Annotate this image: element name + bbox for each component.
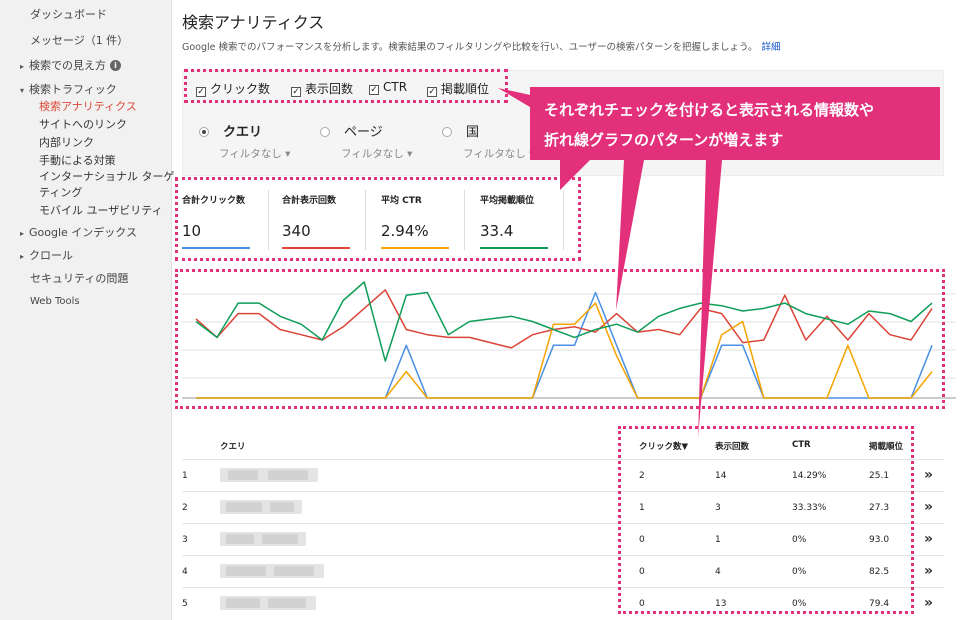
sidebar-item-manual-actions[interactable]: 手動による対策 [39, 152, 116, 168]
annotation-highlight-chart [175, 269, 945, 409]
sidebar-item-internal-links[interactable]: 内部リンク [39, 134, 94, 150]
dimension-label: ページ [344, 125, 383, 140]
sidebar-item-label: Google インデックス [29, 226, 137, 239]
blurred-query [220, 564, 324, 578]
row-number: 4 [182, 567, 188, 577]
row-expand-icon[interactable]: » [924, 563, 933, 579]
row-number: 5 [182, 599, 188, 609]
sidebar-item-label: クロール [29, 249, 74, 262]
radio-icon[interactable] [442, 127, 452, 137]
row-expand-icon[interactable]: » [924, 595, 933, 611]
radio-icon[interactable] [320, 127, 330, 137]
dimension-radio-query[interactable]: クエリ [199, 121, 262, 140]
radio-selected-icon[interactable] [199, 127, 209, 137]
sidebar-item-links-to-site[interactable]: サイトへのリンク [39, 116, 127, 132]
row-number: 1 [182, 471, 188, 481]
chevron-down-icon: ▾ [20, 86, 25, 95]
chevron-right-icon: ▸ [20, 62, 25, 71]
annotation-highlight-table-metrics [618, 426, 914, 614]
sidebar-item-messages[interactable]: メッセージ（1 件） [30, 32, 128, 48]
sidebar-item-label: 検索での見え方 [29, 59, 107, 72]
blurred-query [220, 596, 316, 610]
chevron-right-icon: ▸ [20, 252, 25, 261]
sidebar-item-international-targeting-cont[interactable]: ティング [39, 184, 82, 200]
description-text: Google 検索でのパフォーマンスを分析します。検索結果のフィルタリングや比較… [182, 42, 758, 53]
page-title: 検索アナリティクス [182, 13, 325, 32]
row-expand-icon[interactable]: » [924, 499, 933, 515]
page-description: Google 検索でのパフォーマンスを分析します。検索結果のフィルタリングや比較… [182, 39, 780, 53]
info-icon[interactable]: i [110, 60, 122, 71]
row-number: 3 [182, 535, 188, 545]
sidebar-item-search-traffic[interactable]: ▾ 検索トラフィック [20, 81, 117, 97]
dimension-label: 国 [466, 125, 480, 140]
annotation-callout: それぞれチェックを付けると表示される情報数や 折れ線グラフのパターンが増えます [530, 87, 940, 160]
dimension-radio-page[interactable]: ページ [320, 121, 383, 140]
sidebar: ダッシュボード メッセージ（1 件） ▸ 検索での見え方 i ▾ 検索トラフィック 検… [0, 0, 175, 620]
sidebar-item-search-appearance[interactable]: ▸ 検索での見え方 i [20, 57, 122, 73]
blurred-query [220, 468, 318, 482]
sidebar-item-web-tools[interactable]: Web Tools [30, 296, 80, 307]
blurred-query [220, 532, 306, 546]
filter-dropdown-page[interactable]: フィルタなし ▾ [341, 146, 412, 161]
row-number: 2 [182, 503, 188, 513]
sidebar-item-search-analytics[interactable]: 検索アナリティクス [39, 98, 137, 114]
blurred-query [220, 500, 302, 514]
sidebar-item-dashboard[interactable]: ダッシュボード [30, 6, 107, 22]
dimension-label: クエリ [223, 125, 263, 140]
sidebar-item-crawl[interactable]: ▸ クロール [20, 247, 73, 263]
annotation-highlight-totals [175, 177, 581, 261]
row-expand-icon[interactable]: » [924, 467, 933, 483]
column-header-query[interactable]: クエリ [220, 440, 246, 452]
row-expand-icon[interactable]: » [924, 531, 933, 547]
filter-dropdown-country[interactable]: フィルタなし ▾ [463, 146, 534, 161]
annotation-line-1: それぞれチェックを付けると表示される情報数や [544, 101, 875, 119]
filter-dropdown-query[interactable]: フィルタなし ▾ [219, 146, 290, 161]
details-link[interactable]: 詳細 [761, 42, 780, 53]
sidebar-item-google-index[interactable]: ▸ Google インデックス [20, 224, 137, 240]
annotation-highlight-metrics [184, 69, 508, 103]
sidebar-item-security-issues[interactable]: セキュリティの問題 [30, 270, 128, 286]
annotation-line-2: 折れ線グラフのパターンが増えます [544, 131, 784, 149]
sidebar-item-mobile-usability[interactable]: モバイル ユーザビリティ [39, 202, 163, 218]
sidebar-item-international-targeting[interactable]: インターナショナル ターゲ [39, 168, 175, 184]
dimension-radio-country[interactable]: 国 [442, 121, 479, 140]
chevron-right-icon: ▸ [20, 229, 25, 238]
sidebar-item-label: 検索トラフィック [29, 83, 117, 96]
